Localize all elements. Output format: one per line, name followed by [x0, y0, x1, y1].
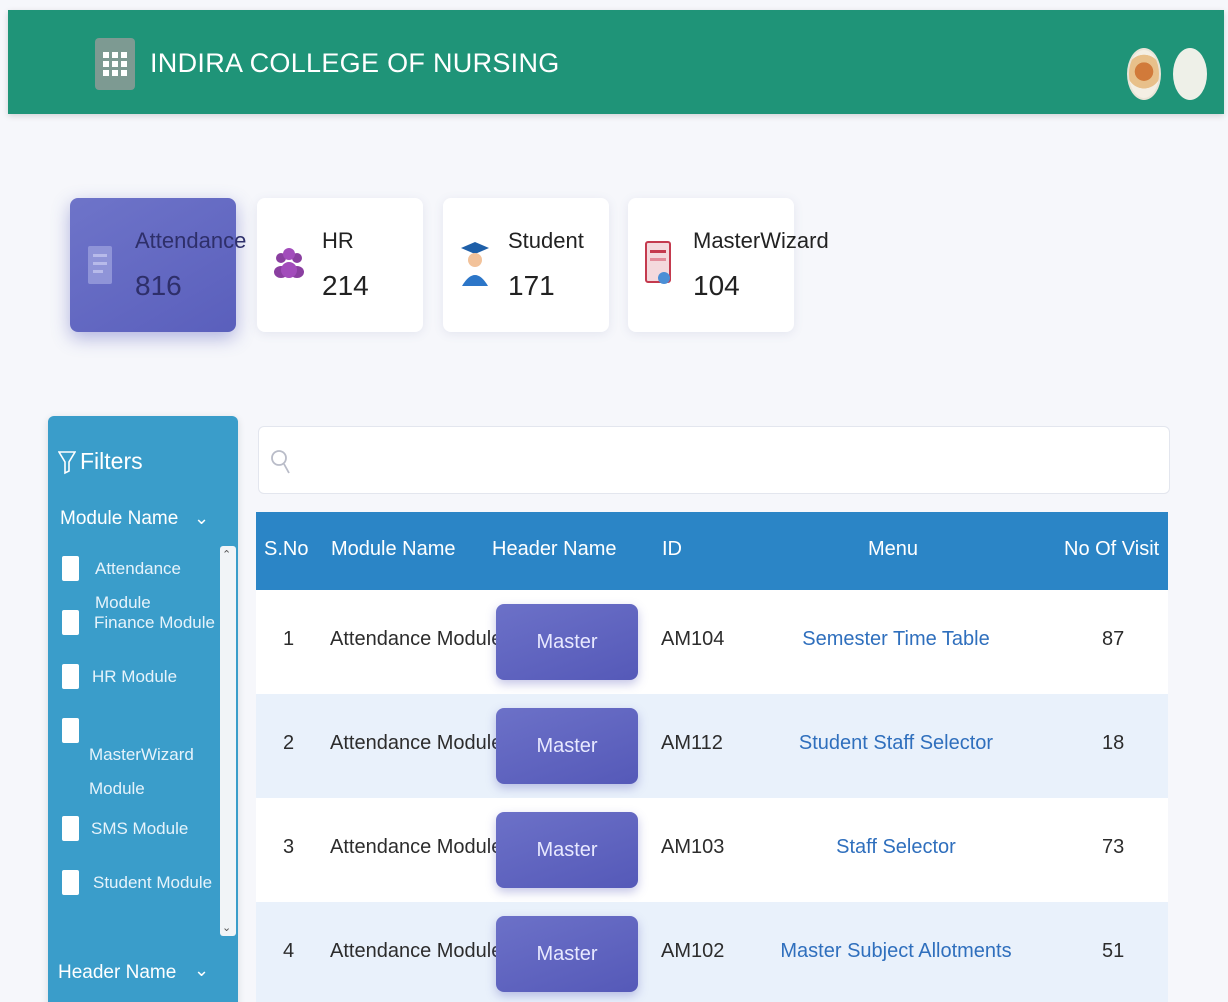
- filter-icon: [58, 450, 76, 474]
- cell-sno: 1: [283, 628, 295, 650]
- header-name-section[interactable]: Header Name: [58, 962, 176, 984]
- scroll-down-icon[interactable]: ⌄: [222, 921, 231, 934]
- column-header-no-of-visit[interactable]: No Of Visit: [1064, 538, 1159, 561]
- cell-visits: 73: [1102, 836, 1125, 858]
- menu-link[interactable]: Student Staff Selector: [766, 732, 1026, 755]
- column-header-header-name[interactable]: Header Name: [492, 538, 617, 561]
- cell-id: AM104: [661, 628, 725, 650]
- filter-option-label: HR Module: [92, 667, 178, 686]
- stat-card-label: Student: [508, 228, 584, 253]
- stat-card-value: 104: [693, 270, 740, 301]
- chevron-down-icon[interactable]: ⌄: [194, 508, 209, 529]
- cell-id: AM103: [661, 836, 725, 858]
- filter-option-label: MasterWizard Module: [89, 745, 194, 798]
- search-input[interactable]: [299, 437, 1159, 485]
- cell-sno: 2: [283, 732, 295, 754]
- stat-card-student[interactable]: Student 171: [443, 198, 609, 332]
- cell-module: Attendance Module: [330, 940, 503, 962]
- top-navbar: INDIRA COLLEGE OF NURSING: [8, 10, 1224, 114]
- filter-option-label: SMS Module: [91, 819, 189, 838]
- filter-scrollbar[interactable]: ⌃ ⌄: [220, 546, 236, 936]
- cell-sno: 3: [283, 836, 295, 858]
- table-row: 4 Attendance Module Master AM102 Master …: [256, 902, 1168, 1002]
- stat-card-value: 171: [508, 270, 555, 301]
- cell-module: Attendance Module: [330, 628, 503, 650]
- stat-card-hr[interactable]: HR 214: [257, 198, 423, 332]
- graduate-icon: [461, 242, 489, 286]
- table-header: S.No Module Name Header Name ID Menu No …: [256, 512, 1168, 590]
- document-icon: [88, 246, 112, 284]
- column-header-id[interactable]: ID: [662, 538, 682, 561]
- menu-link[interactable]: Semester Time Table: [766, 628, 1026, 651]
- search-icon: [271, 450, 290, 474]
- table-row: 1 Attendance Module Master AM104 Semeste…: [256, 590, 1168, 694]
- cell-module: Attendance Module: [330, 836, 503, 858]
- app-title: INDIRA COLLEGE OF NURSING: [150, 48, 560, 78]
- scroll-up-icon[interactable]: ⌃: [222, 548, 231, 561]
- user-avatar[interactable]: [1173, 48, 1207, 100]
- apps-grid-icon[interactable]: [95, 38, 135, 90]
- cell-sno: 4: [283, 940, 295, 962]
- group-icon: [274, 248, 304, 278]
- header-name-button[interactable]: Master: [496, 604, 638, 680]
- cell-visits: 87: [1102, 628, 1125, 650]
- stat-card-attendance[interactable]: Attendance 816: [70, 198, 246, 332]
- cell-module: Attendance Module: [330, 732, 503, 754]
- search-box[interactable]: [258, 426, 1170, 494]
- filter-option-label: Finance Module: [94, 613, 215, 632]
- table-row: 2 Attendance Module Master AM112 Student…: [256, 694, 1168, 798]
- visits-table: S.No Module Name Header Name ID Menu No …: [256, 512, 1168, 1002]
- filters-header: Filters: [58, 448, 143, 475]
- cell-visits: 51: [1102, 940, 1125, 962]
- checkbox-sms-module[interactable]: [62, 816, 79, 841]
- stat-card-label: Attendance: [135, 228, 247, 253]
- chevron-down-icon[interactable]: ⌄: [194, 960, 209, 981]
- checkbox-hr-module[interactable]: [62, 664, 79, 689]
- stat-card-value: 214: [322, 270, 369, 301]
- header-name-button[interactable]: Master: [496, 916, 638, 992]
- cell-id: AM112: [661, 732, 723, 754]
- filters-title: Filters: [80, 448, 143, 474]
- checkbox-student-module[interactable]: [62, 870, 79, 895]
- filters-panel: Filters Module Name ⌄ Attendance Module …: [48, 416, 238, 1002]
- header-name-button[interactable]: Master: [496, 708, 638, 784]
- filter-option-label: Student Module: [93, 873, 213, 892]
- college-logo-avatar[interactable]: [1127, 48, 1161, 100]
- menu-link[interactable]: Staff Selector: [766, 836, 1026, 859]
- column-header-menu[interactable]: Menu: [868, 538, 918, 561]
- table-row: 3 Attendance Module Master AM103 Staff S…: [256, 798, 1168, 902]
- stat-card-label: HR: [322, 228, 354, 253]
- column-header-sno[interactable]: S.No: [264, 538, 308, 561]
- checkbox-masterwizard-module[interactable]: [62, 718, 79, 743]
- certificate-icon: [645, 241, 671, 284]
- stat-card-label: MasterWizard: [693, 228, 829, 253]
- cell-id: AM102: [661, 940, 725, 962]
- cell-visits: 18: [1102, 732, 1125, 754]
- stat-card-masterwizard[interactable]: MasterWizard 104: [628, 198, 829, 332]
- header-name-button[interactable]: Master: [496, 812, 638, 888]
- checkbox-attendance-module[interactable]: [62, 556, 79, 581]
- menu-link[interactable]: Master Subject Allotments: [766, 940, 1026, 963]
- module-name-section[interactable]: Module Name: [60, 508, 178, 530]
- column-header-module-name[interactable]: Module Name: [331, 538, 456, 561]
- checkbox-finance-module[interactable]: [62, 610, 79, 635]
- stat-card-value: 816: [135, 270, 182, 301]
